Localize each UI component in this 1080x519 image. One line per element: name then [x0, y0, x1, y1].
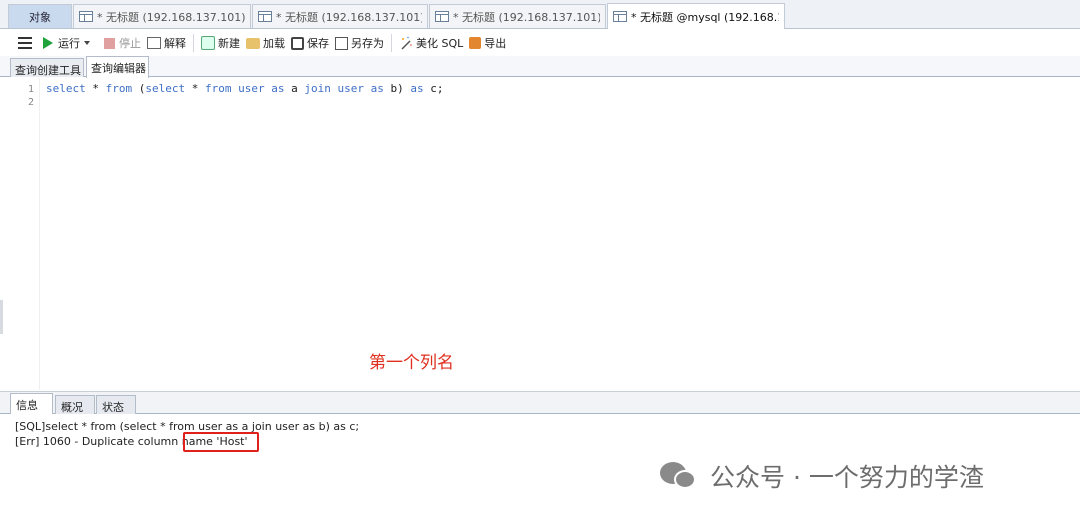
tab-overview-label: 概况	[61, 401, 83, 414]
save-icon	[291, 36, 304, 50]
query-table-icon	[435, 11, 449, 22]
beautify-sql-label: 美化 SQL	[416, 37, 464, 50]
wechat-icon	[660, 460, 698, 492]
sql-keyword: select	[145, 82, 186, 95]
result-tabs: 信息 概况 状态	[0, 391, 1080, 415]
new-query-icon	[201, 36, 215, 50]
code-line[interactable]: select * from (select * from user as a j…	[46, 82, 444, 95]
export-icon	[469, 37, 482, 49]
sql-token: a	[284, 82, 305, 95]
document-tab-bar: 对象 * 无标题 (192.168.137.101) - ... * 无标题 (…	[0, 0, 1080, 29]
tab-query-builder-label: 查询创建工具	[15, 64, 81, 77]
sql-token: *	[185, 82, 205, 95]
tab-label: * 无标题 (192.168.137.101) - ...	[276, 10, 422, 24]
tab-query-editor-label: 查询编辑器	[91, 62, 146, 75]
tab-status-label: 状态	[102, 401, 124, 414]
tab-query-2[interactable]: * 无标题 (192.168.137.101) - ...	[252, 4, 428, 28]
sql-keyword: as	[410, 82, 424, 95]
toolbar-divider	[193, 34, 194, 52]
save-as-button[interactable]: 另存为	[332, 32, 387, 54]
sql-keyword: user	[337, 82, 365, 95]
query-table-icon	[613, 11, 627, 22]
export-label: 导出	[484, 37, 507, 50]
tab-objects[interactable]: 对象	[8, 4, 72, 28]
stop-button[interactable]: 停止	[99, 32, 144, 54]
tab-query-builder[interactable]: 查询创建工具	[10, 58, 84, 77]
chevron-down-icon[interactable]	[84, 41, 90, 45]
new-button[interactable]: 新建	[198, 32, 243, 54]
sql-keyword: join	[304, 82, 331, 95]
annotation-text: 第一个列名	[369, 353, 454, 373]
sql-token: *	[85, 82, 106, 95]
query-table-icon	[258, 11, 272, 22]
sql-keyword: as	[271, 82, 285, 95]
sql-keyword: from	[205, 82, 232, 95]
save-as-icon	[335, 36, 348, 50]
sql-token: b)	[383, 82, 411, 95]
load-button[interactable]: 加载	[243, 32, 288, 54]
query-mode-tabs: 查询创建工具 查询编辑器	[0, 56, 1080, 78]
load-label: 加载	[263, 37, 285, 50]
tab-overview[interactable]: 概况	[55, 395, 95, 415]
tab-info[interactable]: 信息	[10, 393, 53, 415]
toolbar-divider	[391, 34, 392, 52]
play-icon	[43, 37, 53, 49]
explain-icon	[147, 37, 161, 49]
splitter-handle[interactable]	[0, 300, 3, 334]
sql-keyword: select	[46, 82, 86, 95]
tab-query-editor[interactable]: 查询编辑器	[86, 56, 149, 78]
line-number-gutter: 1 2	[0, 78, 40, 390]
tab-query-3[interactable]: * 无标题 (192.168.137.101) - ...	[429, 4, 606, 28]
sql-keyword: as	[370, 82, 384, 95]
menu-icon[interactable]	[18, 37, 32, 49]
tab-info-label: 信息	[16, 399, 38, 412]
save-as-label: 另存为	[351, 37, 384, 50]
tab-label: * 无标题 @mysql (192.168.1...	[631, 10, 779, 24]
tab-label: * 无标题 (192.168.137.101) - ...	[453, 10, 600, 24]
save-label: 保存	[307, 37, 329, 50]
run-label: 运行	[58, 37, 80, 50]
watermark-text: 公众号 · 一个努力的学渣	[710, 463, 984, 492]
tab-query-4-active[interactable]: * 无标题 @mysql (192.168.1...	[607, 3, 785, 29]
tab-status[interactable]: 状态	[96, 395, 136, 415]
sql-keyword: from	[105, 82, 133, 95]
watermark: 公众号 · 一个努力的学渣	[660, 456, 984, 496]
tab-label: 对象	[29, 10, 51, 24]
save-button[interactable]: 保存	[288, 32, 332, 54]
explain-label: 解释	[164, 37, 186, 50]
folder-icon	[246, 37, 260, 49]
query-table-icon	[79, 11, 93, 22]
tab-label: * 无标题 (192.168.137.101) - ...	[97, 10, 245, 24]
new-label: 新建	[218, 37, 240, 50]
line-number: 2	[27, 97, 34, 108]
stop-icon	[104, 37, 115, 49]
sql-token: (	[132, 82, 146, 95]
query-toolbar: 运行 停止 解释 新建 加载 保存 另存为 美化 SQL 导出	[0, 30, 1080, 56]
line-number: 1	[27, 84, 34, 95]
tab-query-1[interactable]: * 无标题 (192.168.137.101) - ...	[73, 4, 251, 28]
explain-button[interactable]: 解释	[144, 32, 189, 54]
magic-wand-icon	[401, 36, 412, 50]
sql-editor[interactable]: 1 2 select * from (select * from user as…	[0, 78, 1080, 390]
sql-keyword: user	[238, 82, 265, 95]
beautify-sql-button[interactable]: 美化 SQL	[396, 32, 466, 54]
stop-label: 停止	[119, 37, 141, 50]
highlight-box	[183, 432, 259, 452]
run-button[interactable]: 运行	[36, 32, 99, 54]
sql-token: c;	[423, 82, 444, 95]
export-button[interactable]: 导出	[466, 32, 509, 54]
